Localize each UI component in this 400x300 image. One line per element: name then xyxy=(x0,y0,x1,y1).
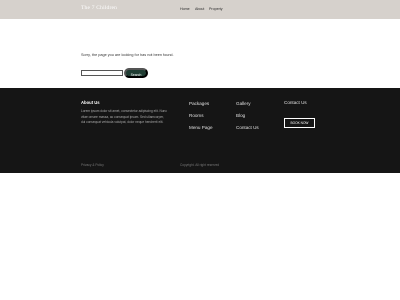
footer-link-rooms[interactable]: Rooms xyxy=(189,113,204,118)
book-now-button[interactable]: BOOK NOW xyxy=(284,118,315,128)
footer-link-packages[interactable]: Packages xyxy=(189,101,209,106)
footer-link-menu-page[interactable]: Menu Page xyxy=(189,125,213,130)
search-button[interactable]: Search xyxy=(124,68,148,78)
nav-property[interactable]: Property xyxy=(209,7,223,11)
footer-link-gallery[interactable]: Gallery xyxy=(236,101,251,106)
site-logo[interactable]: The 7 Children xyxy=(81,5,117,11)
copyright-text: Copyright. All right reserved xyxy=(180,163,220,167)
footer-link-blog[interactable]: Blog xyxy=(236,113,245,118)
not-found-message: Sorry, the page you are looking for has … xyxy=(81,53,174,57)
about-heading: About Us xyxy=(81,100,100,105)
nav-about[interactable]: About xyxy=(195,7,204,11)
footer-link-contact[interactable]: Contact Us xyxy=(236,125,259,130)
privacy-link[interactable]: Privacy & Policy xyxy=(81,163,104,167)
nav-home[interactable]: Home xyxy=(180,7,190,11)
search-input[interactable] xyxy=(81,70,123,76)
contact-heading: Contact Us xyxy=(284,100,307,105)
about-text: Lorem ipsum dolor sit amet, consectetur … xyxy=(81,109,167,124)
